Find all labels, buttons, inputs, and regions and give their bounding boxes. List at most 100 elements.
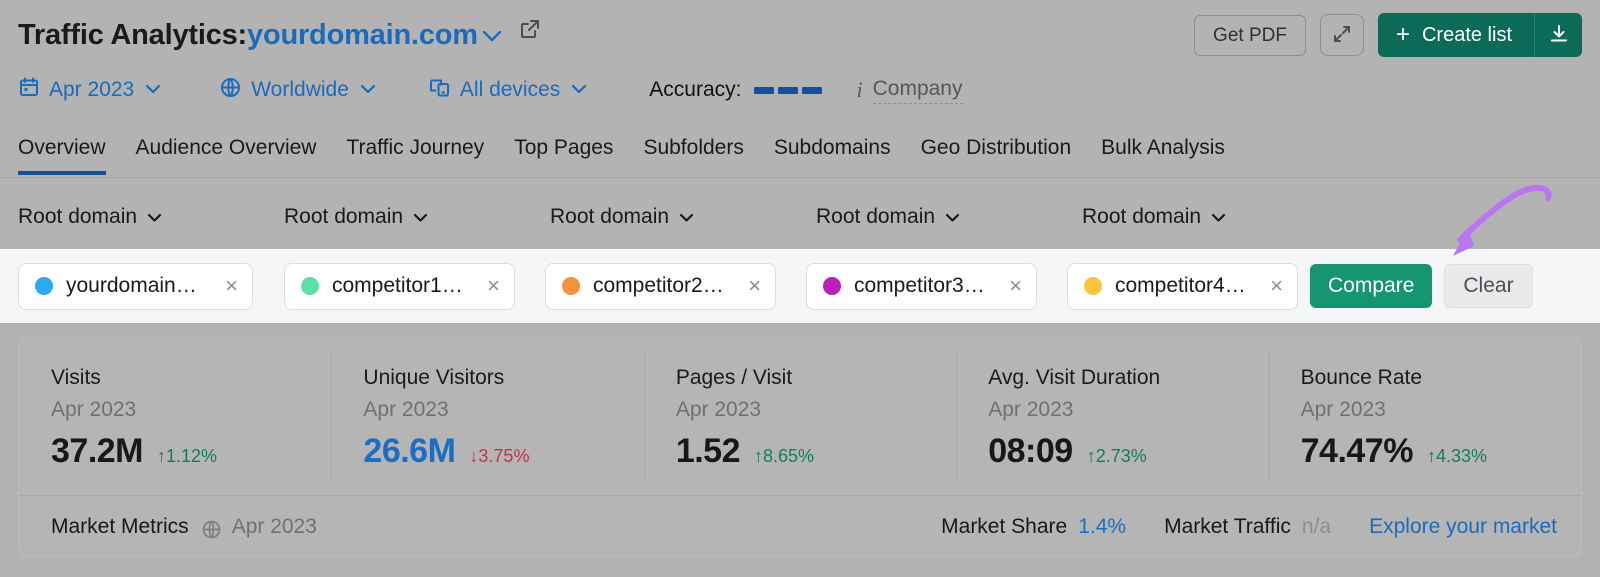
metric-date: Apr 2023 — [988, 398, 1074, 421]
chip-label: competitor1… — [332, 274, 463, 297]
metric-change-value: 4.33% — [1435, 446, 1487, 466]
chevron-down-icon[interactable] — [482, 25, 502, 48]
close-icon[interactable]: × — [485, 275, 502, 297]
external-link-icon[interactable] — [518, 17, 542, 41]
download-icon — [1548, 23, 1570, 48]
accuracy-bar — [754, 86, 775, 94]
chevron-down-icon — [360, 81, 376, 99]
arrow-up-icon: ↑ — [1426, 446, 1436, 466]
close-icon[interactable]: × — [1268, 275, 1285, 297]
metric-title: Unique Visitors — [363, 366, 505, 389]
metrics-row: Visits Apr 2023 37.2M ↑1.12% Unique Visi… — [19, 338, 1581, 495]
tab-bar-divider — [0, 177, 1600, 178]
accuracy-bar — [778, 86, 799, 94]
color-dot-icon — [823, 277, 841, 295]
device-filter[interactable]: All devices — [428, 76, 587, 105]
get-pdf-button[interactable]: Get PDF — [1194, 14, 1306, 56]
metric-change: ↓3.75% — [469, 446, 529, 467]
arrow-up-icon: ↑ — [754, 446, 763, 466]
accuracy-indicator — [754, 86, 823, 94]
explore-your-market-link[interactable]: Explore your market — [1369, 515, 1557, 539]
root-domain-select-1[interactable]: Root domain — [18, 205, 162, 229]
color-dot-icon — [35, 277, 53, 295]
traffic-analytics-page: Traffic Analytics: yourdomain.com Get PD… — [0, 0, 1600, 577]
metric-pages-per-visit[interactable]: Pages / Visit Apr 2023 1.52 ↑8.65% — [643, 338, 956, 495]
page-title: Traffic Analytics: yourdomain.com — [18, 19, 542, 52]
chip-competitor1[interactable]: competitor1… × — [284, 262, 515, 310]
close-icon[interactable]: × — [1007, 275, 1024, 297]
download-button[interactable] — [1534, 13, 1582, 57]
metric-value: 1.52 — [675, 432, 741, 470]
root-domain-label: Root domain — [18, 205, 138, 228]
color-dot-icon — [562, 277, 580, 295]
metric-change: ↑8.65% — [754, 446, 814, 467]
filter-bar: Apr 2023 Worldwide All devices Accuracy:… — [18, 70, 963, 110]
metric-bounce-rate[interactable]: Bounce Rate Apr 2023 74.47% ↑4.33% — [1268, 338, 1581, 495]
market-metrics-date: Apr 2023 — [231, 514, 317, 538]
info-icon[interactable]: i — [856, 77, 862, 103]
create-list-button[interactable]: + Create list — [1377, 13, 1534, 57]
metric-value: 74.47% — [1300, 432, 1414, 470]
chevron-down-icon — [147, 209, 162, 226]
tab-bulk-analysis[interactable]: Bulk Analysis — [1101, 136, 1225, 171]
tab-top-pages[interactable]: Top Pages — [514, 136, 613, 171]
company-link[interactable]: Company — [872, 77, 963, 104]
compare-button[interactable]: Compare — [1310, 264, 1433, 308]
root-domain-select-5[interactable]: Root domain — [1082, 205, 1226, 229]
tab-bar: Overview Audience Overview Traffic Journ… — [18, 136, 1600, 178]
market-metrics-values: Market Share 1.4% Market Traffic n/a Exp… — [941, 515, 1557, 539]
close-icon[interactable]: × — [223, 275, 240, 297]
metric-date: Apr 2023 — [675, 398, 762, 421]
create-list-label: Create list — [1421, 23, 1512, 46]
market-share-label: Market Share — [941, 514, 1068, 538]
tab-audience-overview[interactable]: Audience Overview — [136, 136, 317, 171]
page-title-prefix: Traffic Analytics: — [18, 18, 248, 51]
close-icon[interactable]: × — [746, 275, 763, 297]
root-domain-label: Root domain — [550, 205, 670, 228]
market-traffic-label: Market Traffic — [1164, 514, 1291, 538]
expand-icon — [1332, 24, 1352, 47]
chevron-down-icon — [145, 81, 161, 99]
tab-subfolders[interactable]: Subfolders — [643, 136, 743, 171]
tab-overview[interactable]: Overview — [18, 136, 106, 175]
root-domain-label: Root domain — [1082, 205, 1202, 228]
chevron-down-icon — [945, 209, 960, 226]
company-info: i Company — [856, 77, 963, 104]
chip-competitor2[interactable]: competitor2… × — [545, 262, 776, 310]
page-title-domain[interactable]: yourdomain.com — [247, 19, 478, 52]
market-traffic-value: n/a — [1301, 514, 1332, 538]
metric-title: Bounce Rate — [1300, 366, 1423, 389]
metric-avg-visit-duration[interactable]: Avg. Visit Duration Apr 2023 08:09 ↑2.73… — [956, 338, 1268, 495]
location-filter[interactable]: Worldwide — [219, 76, 376, 105]
date-filter-label: Apr 2023 — [49, 78, 135, 101]
metrics-card: Visits Apr 2023 37.2M ↑1.12% Unique Visi… — [18, 337, 1582, 557]
market-share-value: 1.4% — [1078, 514, 1127, 538]
tab-traffic-journey[interactable]: Traffic Journey — [346, 136, 484, 171]
root-domain-label: Root domain — [816, 205, 936, 228]
root-domain-select-3[interactable]: Root domain — [550, 205, 694, 229]
root-domain-select-4[interactable]: Root domain — [816, 205, 960, 229]
metric-visits[interactable]: Visits Apr 2023 37.2M ↑1.12% — [19, 338, 331, 495]
metric-change: ↑1.12% — [157, 446, 217, 467]
color-dot-icon — [301, 277, 319, 295]
accuracy-label: Accuracy: — [649, 78, 742, 101]
location-filter-label: Worldwide — [251, 78, 349, 101]
tab-subdomains[interactable]: Subdomains — [774, 136, 891, 171]
metric-unique-visitors[interactable]: Unique Visitors Apr 2023 26.6M ↓3.75% — [331, 338, 643, 495]
metric-change: ↑2.73% — [1087, 446, 1147, 467]
chip-competitor3[interactable]: competitor3… × — [806, 262, 1037, 310]
root-domain-select-2[interactable]: Root domain — [284, 205, 428, 229]
root-domain-selector-row: Root domain Root domain Root domain Root… — [0, 205, 1600, 249]
chip-competitor4[interactable]: competitor4… × — [1067, 262, 1298, 310]
device-filter-label: All devices — [459, 78, 561, 101]
metric-date: Apr 2023 — [51, 398, 137, 421]
tab-geo-distribution[interactable]: Geo Distribution — [921, 136, 1072, 171]
chip-yourdomain[interactable]: yourdomain… × — [18, 262, 253, 310]
chevron-down-icon — [1211, 209, 1226, 226]
clear-button[interactable]: Clear — [1444, 264, 1533, 308]
expand-button[interactable] — [1319, 14, 1364, 56]
chip-label: competitor3… — [854, 274, 985, 297]
globe-icon — [219, 76, 242, 105]
date-filter[interactable]: Apr 2023 — [18, 76, 161, 104]
chip-label: competitor2… — [593, 274, 724, 297]
